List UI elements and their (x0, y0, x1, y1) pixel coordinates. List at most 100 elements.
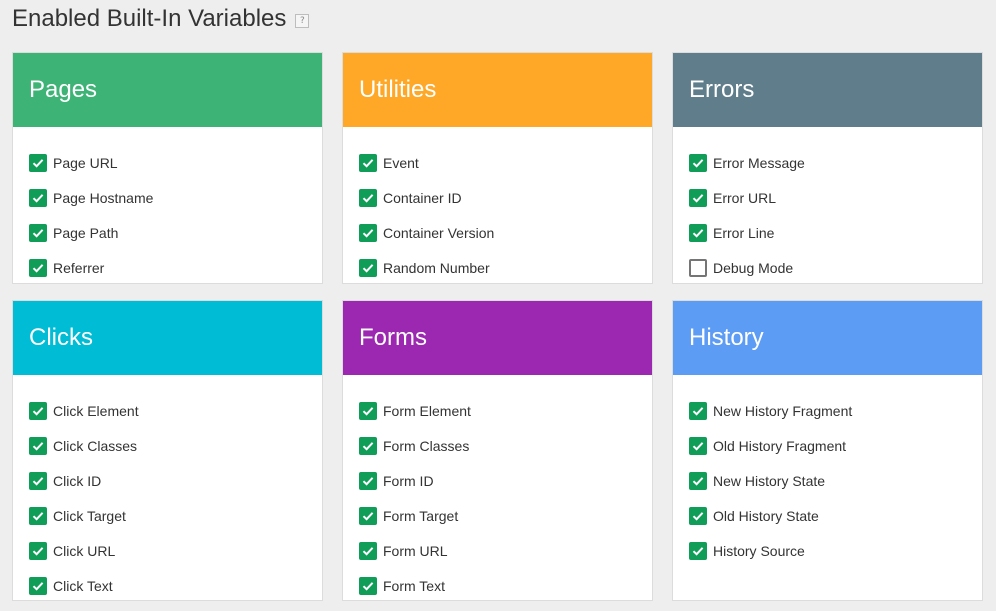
variable-row[interactable]: Debug Mode (689, 250, 982, 283)
variable-row[interactable]: Form Classes (359, 428, 652, 463)
variable-row[interactable]: Form URL (359, 533, 652, 568)
checkbox-checked-icon[interactable] (359, 188, 377, 207)
checkbox-checked-icon[interactable] (359, 541, 377, 560)
variables-card-grid: Pages Page URL Page Hostname Page Path Refer… (12, 52, 983, 601)
variable-row[interactable]: Referrer (29, 250, 322, 283)
card-body-clicks: Click Element Click Classes Click ID Click … (13, 375, 322, 600)
card-title: Clicks (29, 324, 93, 351)
variable-row[interactable]: Form ID (359, 463, 652, 498)
card-clicks: Clicks Click Element Click Classes Click ID… (12, 300, 323, 601)
variable-row[interactable]: Form Target (359, 498, 652, 533)
card-header-utilities: Utilities (343, 53, 652, 127)
card-history: History New History Fragment Old History F… (672, 300, 983, 601)
card-header-errors: Errors (673, 53, 982, 127)
variable-row[interactable]: Click ID (29, 463, 322, 498)
checkbox-checked-icon[interactable] (29, 223, 47, 242)
card-body-errors: Error Message Error URL Error Line Debug Mo… (673, 127, 982, 283)
variable-label: Click URL (53, 542, 116, 559)
checkbox-checked-icon[interactable] (29, 258, 47, 277)
variable-label: Form Classes (383, 437, 470, 454)
page-title-text: Enabled Built-In Variables (12, 5, 287, 32)
variable-row[interactable]: Old History Fragment (689, 428, 982, 463)
variable-label: Old History Fragment (713, 437, 847, 454)
card-body-utilities: Event Container ID Container Version Random… (343, 127, 652, 283)
checkbox-checked-icon[interactable] (29, 401, 47, 420)
checkbox-checked-icon[interactable] (689, 436, 707, 455)
card-forms: Forms Form Element Form Classes Form ID Form… (342, 300, 653, 601)
card-title: History (689, 324, 764, 351)
checkbox-checked-icon[interactable] (689, 471, 707, 490)
variable-row[interactable]: Old History State (689, 498, 982, 533)
checkbox-checked-icon[interactable] (29, 153, 47, 172)
card-header-pages: Pages (13, 53, 322, 127)
checkbox-checked-icon[interactable] (689, 153, 707, 172)
checkbox-checked-icon[interactable] (689, 223, 707, 242)
help-icon[interactable]: ? (295, 14, 310, 28)
card-header-forms: Forms (343, 301, 652, 375)
variable-row[interactable]: Random Number (359, 250, 652, 283)
variable-row[interactable]: Form Element (359, 393, 652, 428)
variable-row[interactable]: New History Fragment (689, 393, 982, 428)
variable-label: Referrer (53, 259, 105, 276)
variable-row[interactable]: Page Hostname (29, 180, 322, 215)
checkbox-checked-icon[interactable] (359, 223, 377, 242)
variable-row[interactable]: Page URL (29, 145, 322, 180)
checkbox-checked-icon[interactable] (359, 401, 377, 420)
variable-row[interactable]: Click Classes (29, 428, 322, 463)
variable-row[interactable]: Form Text (359, 568, 652, 600)
variable-label: Container Version (383, 224, 495, 241)
card-title: Forms (359, 324, 427, 351)
variable-row[interactable]: Error Message (689, 145, 982, 180)
variable-label: Old History State (713, 507, 819, 524)
variable-row[interactable]: Click Target (29, 498, 322, 533)
variable-row[interactable]: Click URL (29, 533, 322, 568)
variable-label: Click Element (53, 402, 139, 419)
page-title: Enabled Built-In Variables ? (12, 4, 310, 34)
variable-row[interactable]: Container Version (359, 215, 652, 250)
checkbox-checked-icon[interactable] (29, 471, 47, 490)
card-body-pages: Page URL Page Hostname Page Path Referrer (13, 127, 322, 283)
variable-row[interactable]: Error URL (689, 180, 982, 215)
checkbox-checked-icon[interactable] (29, 506, 47, 525)
card-title: Errors (689, 76, 755, 103)
variable-row[interactable]: Click Text (29, 568, 322, 600)
variable-row[interactable]: History Source (689, 533, 982, 568)
checkbox-checked-icon[interactable] (359, 471, 377, 490)
checkbox-checked-icon[interactable] (689, 506, 707, 525)
variable-label: Form Target (383, 507, 459, 524)
checkbox-checked-icon[interactable] (689, 401, 707, 420)
variable-row[interactable]: Page Path (29, 215, 322, 250)
variable-row[interactable]: Container ID (359, 180, 652, 215)
variable-row[interactable]: Click Element (29, 393, 322, 428)
variable-label: Error URL (713, 189, 777, 206)
variable-label: New History Fragment (713, 402, 853, 419)
variable-label: Click Text (53, 577, 113, 594)
variable-label: Container ID (383, 189, 462, 206)
checkbox-checked-icon[interactable] (29, 188, 47, 207)
card-utilities: Utilities Event Container ID Container Vers… (342, 52, 653, 284)
checkbox-checked-icon[interactable] (29, 436, 47, 455)
card-body-forms: Form Element Form Classes Form ID Form Targ… (343, 375, 652, 600)
variable-label: Form URL (383, 542, 448, 559)
variable-label: Page Hostname (53, 189, 154, 206)
checkbox-checked-icon[interactable] (689, 541, 707, 560)
checkbox-checked-icon[interactable] (359, 576, 377, 595)
variable-label: Form Element (383, 402, 471, 419)
checkbox-checked-icon[interactable] (359, 153, 377, 172)
checkbox-checked-icon[interactable] (29, 576, 47, 595)
variable-label: Event (383, 154, 419, 171)
checkbox-checked-icon[interactable] (359, 436, 377, 455)
card-header-clicks: Clicks (13, 301, 322, 375)
variable-row[interactable]: Error Line (689, 215, 982, 250)
variable-row[interactable]: Event (359, 145, 652, 180)
checkbox-checked-icon[interactable] (359, 258, 377, 277)
checkbox-unchecked-icon[interactable] (689, 258, 707, 277)
variable-row[interactable]: New History State (689, 463, 982, 498)
checkbox-checked-icon[interactable] (689, 188, 707, 207)
variable-label: Page URL (53, 154, 118, 171)
variable-label: Debug Mode (713, 259, 794, 276)
checkbox-checked-icon[interactable] (29, 541, 47, 560)
checkbox-checked-icon[interactable] (359, 506, 377, 525)
variable-label: Error Message (713, 154, 805, 171)
variable-label: Form ID (383, 472, 434, 489)
